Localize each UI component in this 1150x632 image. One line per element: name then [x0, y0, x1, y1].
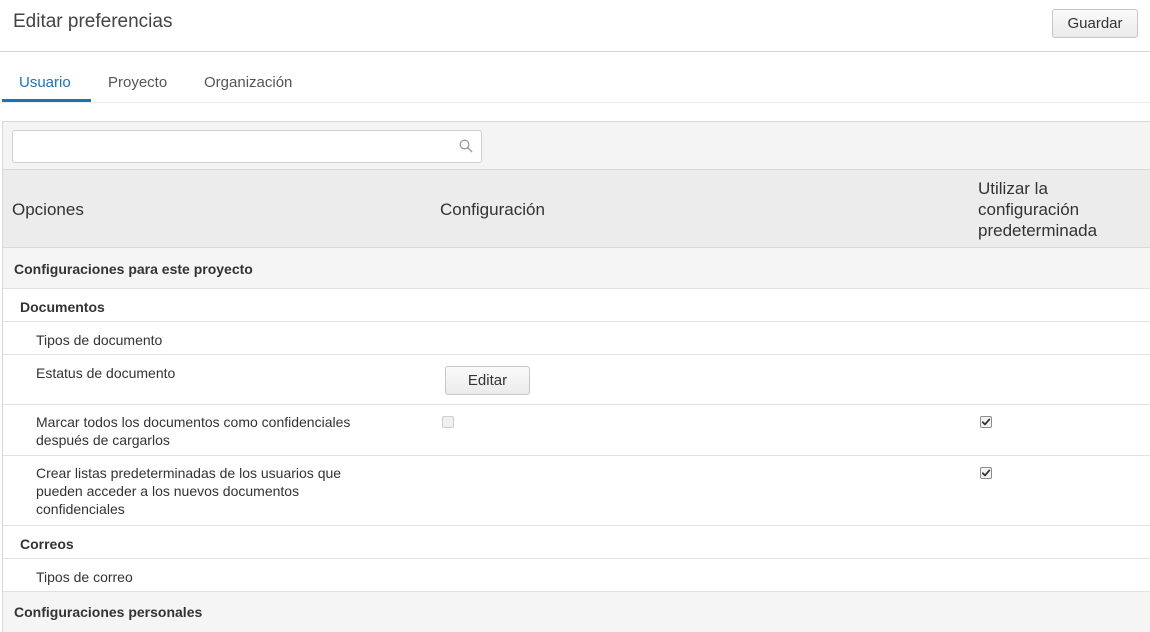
- preferences-panel: Opciones Configuración Utilizar la confi…: [2, 121, 1150, 632]
- mark-confidential-default-checkbox[interactable]: [980, 416, 992, 428]
- group-title: Correos: [20, 536, 74, 552]
- table-header: Opciones Configuración Utilizar la confi…: [3, 170, 1150, 248]
- group-documents: Documentos: [3, 289, 1150, 322]
- section-personal-settings: Configuraciones personales: [3, 592, 1150, 632]
- option-label: Crear listas predeterminadas de los usua…: [36, 465, 342, 517]
- group-title: Documentos: [20, 299, 105, 315]
- section-title: Configuraciones personales: [14, 604, 203, 620]
- option-label: Tipos de documento: [36, 332, 163, 348]
- search-icon[interactable]: [459, 139, 473, 153]
- search-input[interactable]: [12, 130, 482, 163]
- section-project-settings: Configuraciones para este proyecto: [3, 248, 1150, 289]
- option-row-document-status: Estatus de documento Editar: [3, 355, 1150, 405]
- option-row-mark-confidential: Marcar todos los documentos como confide…: [3, 405, 1150, 456]
- tab-bar: Usuario Proyecto Organización: [0, 52, 1150, 103]
- mark-confidential-setting-checkbox[interactable]: [442, 416, 454, 428]
- tab-usuario[interactable]: Usuario: [19, 74, 71, 91]
- option-label: Tipos de correo: [36, 569, 133, 585]
- tab-proyecto[interactable]: Proyecto: [108, 74, 167, 91]
- checkmark-icon: [981, 418, 991, 426]
- tab-organizacion[interactable]: Organización: [204, 74, 292, 91]
- column-header-options: Opciones: [12, 200, 84, 219]
- option-label: Estatus de documento: [36, 365, 176, 381]
- column-header-configuration: Configuración: [440, 200, 545, 219]
- section-title: Configuraciones para este proyecto: [14, 261, 253, 277]
- page-header: Editar preferencias Guardar: [0, 0, 1150, 52]
- option-row-mail-types[interactable]: Tipos de correo: [3, 559, 1150, 592]
- search-bar: [3, 122, 1150, 170]
- edit-document-status-button[interactable]: Editar: [445, 366, 530, 395]
- active-tab-indicator: [2, 99, 91, 102]
- option-row-document-types[interactable]: Tipos de documento: [3, 322, 1150, 355]
- save-button[interactable]: Guardar: [1052, 9, 1138, 38]
- option-label: Marcar todos los documentos como confide…: [36, 414, 351, 448]
- option-row-default-lists: Crear listas predeterminadas de los usua…: [3, 456, 1150, 526]
- group-mail: Correos: [3, 526, 1150, 559]
- column-header-use-default: Utilizar la configuración predeterminada: [978, 179, 1098, 240]
- page-title: Editar preferencias: [13, 11, 173, 32]
- checkmark-icon: [981, 469, 991, 477]
- default-lists-default-checkbox[interactable]: [980, 467, 992, 479]
